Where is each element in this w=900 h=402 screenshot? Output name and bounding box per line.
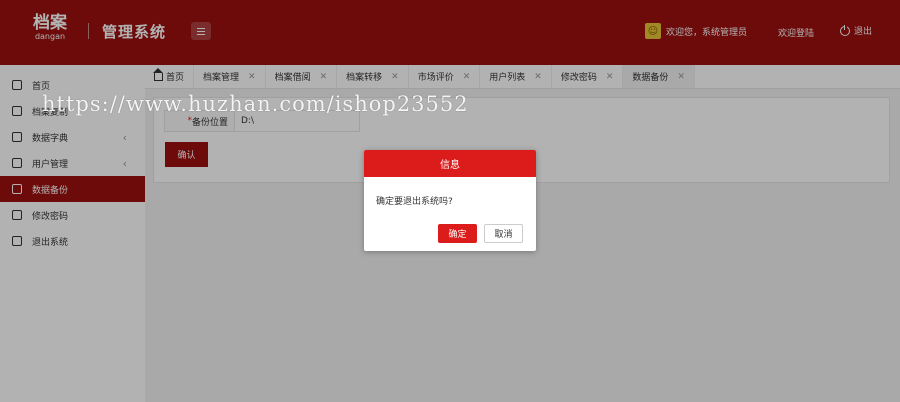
- dialog-message: 确定要退出系统吗?: [376, 197, 453, 207]
- logout-confirm-dialog: 信息 确定要退出系统吗? 确定 取消: [364, 150, 536, 251]
- dialog-ok-button[interactable]: 确定: [438, 224, 477, 243]
- dialog-title: 信息: [364, 150, 536, 177]
- dialog-buttons: 确定 取消: [438, 224, 523, 243]
- watermark: https://www.huzhan.com/ishop23552: [42, 92, 469, 116]
- dialog-cancel-button[interactable]: 取消: [484, 224, 523, 243]
